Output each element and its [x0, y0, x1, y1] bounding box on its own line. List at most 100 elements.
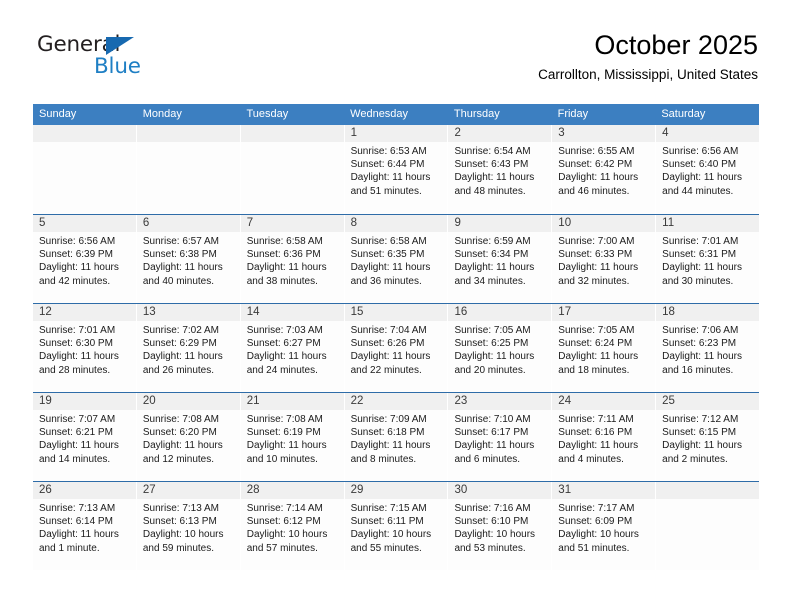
day-details: Sunrise: 7:02 AM Sunset: 6:29 PM Daylight:… [137, 321, 240, 377]
sunrise-text: Sunrise: 6:56 AM [662, 146, 739, 157]
day-cell[interactable]: 7 Sunrise: 6:58 AM Sunset: 6:36 PM Daylight… [240, 215, 345, 303]
daylight-text: Daylight: 10 hours and 55 minutes. [350, 529, 432, 554]
sunset-text: Sunset: 6:27 PM [246, 338, 321, 350]
sunrise-text: Sunrise: 7:01 AM [662, 236, 739, 247]
weekday-header-wednesday: Wednesday [350, 108, 409, 120]
day-cell-empty [136, 125, 241, 214]
day-cell[interactable]: 30 Sunrise: 7:16 AM Sunset: 6:10 PM Dayligh… [448, 482, 553, 570]
day-details: Sunrise: 7:16 AM Sunset: 6:10 PM Daylight:… [448, 499, 551, 555]
sunrise-text: Sunrise: 7:11 AM [558, 414, 634, 425]
day-number: 12 [33, 304, 136, 321]
day-cell[interactable]: 20 Sunrise: 7:08 AM Sunset: 6:20 PM Dayligh… [136, 393, 241, 481]
sunrise-text: Sunrise: 7:00 AM [558, 236, 635, 247]
daylight-text: Daylight: 11 hours and 30 minutes. [662, 262, 743, 287]
day-details: Sunrise: 7:13 AM Sunset: 6:14 PM Daylight:… [33, 499, 136, 555]
day-cell[interactable]: 3 Sunrise: 6:55 AM Sunset: 6:42 PM Daylight… [552, 125, 657, 214]
day-cell[interactable]: 9 Sunrise: 6:59 AM Sunset: 6:34 PM Daylight… [448, 215, 553, 303]
sunrise-text: Sunrise: 7:03 AM [246, 325, 323, 336]
day-number: 24 [552, 393, 656, 410]
daylight-text: Daylight: 10 hours and 57 minutes. [246, 529, 328, 554]
day-cell[interactable]: 11 Sunrise: 7:01 AM Sunset: 6:31 PM Dayligh… [656, 215, 760, 303]
sunrise-text: Sunrise: 7:09 AM [350, 414, 427, 425]
day-cell[interactable]: 5 Sunrise: 6:56 AM Sunset: 6:39 PM Daylight… [33, 215, 137, 303]
sunset-text: Sunset: 6:11 PM [350, 516, 424, 528]
day-cell[interactable]: 13 Sunrise: 7:02 AM Sunset: 6:29 PM Dayligh… [136, 304, 241, 392]
calendar-week-row: 19 Sunrise: 7:07 AM Sunset: 6:21 PM Dayligh… [33, 392, 760, 481]
day-cell[interactable]: 26 Sunrise: 7:13 AM Sunset: 6:14 PM Dayligh… [33, 482, 137, 570]
weekday-header-tuesday: Tuesday [246, 108, 289, 120]
day-cell[interactable]: 4 Sunrise: 6:56 AM Sunset: 6:40 PM Daylight… [656, 125, 760, 214]
day-number: 7 [240, 215, 344, 232]
day-number: 26 [33, 482, 136, 499]
day-details: Sunrise: 7:15 AM Sunset: 6:11 PM Daylight:… [345, 499, 448, 555]
triangle-icon [106, 37, 134, 55]
sunrise-text: Sunrise: 7:13 AM [39, 503, 116, 514]
day-details: Sunrise: 7:01 AM Sunset: 6:30 PM Daylight:… [33, 321, 136, 377]
day-cell[interactable]: 31 Sunrise: 7:17 AM Sunset: 6:09 PM Dayligh… [552, 482, 657, 570]
sunrise-text: Sunrise: 7:01 AM [39, 325, 116, 336]
day-cell[interactable]: 22 Sunrise: 7:09 AM Sunset: 6:18 PM Dayligh… [344, 393, 449, 481]
sunset-text: Sunset: 6:18 PM [350, 427, 425, 439]
day-number: 18 [656, 304, 760, 321]
day-cell[interactable]: 2 Sunrise: 6:54 AM Sunset: 6:43 PM Daylight… [448, 125, 553, 214]
sunrise-text: Sunrise: 7:16 AM [454, 503, 531, 514]
day-cell[interactable]: 24 Sunrise: 7:11 AM Sunset: 6:16 PM Dayligh… [552, 393, 657, 481]
sunset-text: Sunset: 6:13 PM [142, 516, 217, 528]
sunset-text: Sunset: 6:24 PM [558, 338, 633, 350]
sunrise-text: Sunrise: 7:14 AM [246, 503, 323, 514]
daylight-text: Daylight: 11 hours and 24 minutes. [246, 351, 327, 376]
day-cell[interactable]: 18 Sunrise: 7:06 AM Sunset: 6:23 PM Dayligh… [656, 304, 760, 392]
day-cell[interactable]: 8 Sunrise: 6:58 AM Sunset: 6:35 PM Daylight… [344, 215, 449, 303]
day-number: 21 [240, 393, 344, 410]
sunrise-text: Sunrise: 7:08 AM [142, 414, 220, 425]
day-cell[interactable]: 16 Sunrise: 7:05 AM Sunset: 6:25 PM Dayligh… [448, 304, 553, 392]
day-cell[interactable]: 29 Sunrise: 7:15 AM Sunset: 6:11 PM Dayligh… [344, 482, 449, 570]
day-cell[interactable]: 12 Sunrise: 7:01 AM Sunset: 6:30 PM Dayligh… [33, 304, 137, 392]
day-number: 5 [33, 215, 136, 232]
day-details: Sunrise: 7:07 AM Sunset: 6:21 PM Daylight:… [33, 410, 136, 466]
sunset-text: Sunset: 6:30 PM [39, 338, 113, 350]
weekday-header-friday: Friday [557, 108, 589, 120]
day-number [240, 125, 344, 142]
weekday-header-sunday: Sunday [39, 108, 77, 120]
day-details: Sunrise: 6:59 AM Sunset: 6:34 PM Daylight:… [448, 232, 551, 288]
day-details: Sunrise: 7:06 AM Sunset: 6:23 PM Daylight:… [656, 321, 759, 377]
day-cell[interactable]: 21 Sunrise: 7:08 AM Sunset: 6:19 PM Dayligh… [240, 393, 345, 481]
day-cell[interactable]: 10 Sunrise: 7:00 AM Sunset: 6:33 PM Dayligh… [552, 215, 657, 303]
daylight-text: Daylight: 11 hours and 14 minutes. [39, 440, 119, 465]
weekday-header-monday: Monday [142, 108, 182, 120]
day-cell[interactable]: 15 Sunrise: 7:04 AM Sunset: 6:26 PM Dayligh… [344, 304, 449, 392]
day-cell[interactable]: 27 Sunrise: 7:13 AM Sunset: 6:13 PM Dayligh… [136, 482, 241, 570]
day-number: 3 [552, 125, 656, 142]
sunset-text: Sunset: 6:35 PM [350, 249, 425, 261]
sunrise-text: Sunrise: 7:07 AM [39, 414, 116, 425]
day-details: Sunrise: 6:56 AM Sunset: 6:40 PM Daylight:… [656, 142, 759, 198]
daylight-text: Daylight: 11 hours and 46 minutes. [558, 172, 639, 197]
day-number: 8 [344, 215, 448, 232]
day-cell[interactable]: 23 Sunrise: 7:10 AM Sunset: 6:17 PM Dayligh… [448, 393, 553, 481]
daylight-text: Daylight: 10 hours and 59 minutes. [142, 529, 224, 554]
general-blue-logo[interactable]: General Blue [34, 32, 214, 88]
day-number: 11 [656, 215, 760, 232]
sunrise-text: Sunrise: 7:17 AM [558, 503, 635, 514]
day-details: Sunrise: 7:09 AM Sunset: 6:18 PM Daylight:… [345, 410, 448, 466]
day-details: Sunrise: 7:08 AM Sunset: 6:19 PM Daylight:… [241, 410, 344, 466]
sunset-text: Sunset: 6:14 PM [39, 516, 113, 528]
sunset-text: Sunset: 6:16 PM [558, 427, 633, 439]
day-cell[interactable]: 1 Sunrise: 6:53 AM Sunset: 6:44 PM Daylight… [344, 125, 449, 214]
sunrise-text: Sunrise: 7:04 AM [350, 325, 427, 336]
day-number: 20 [136, 393, 240, 410]
sunset-text: Sunset: 6:21 PM [39, 427, 113, 439]
day-cell[interactable]: 25 Sunrise: 7:12 AM Sunset: 6:15 PM Dayligh… [656, 393, 760, 481]
sunrise-text: Sunrise: 6:58 AM [246, 236, 323, 247]
day-cell[interactable]: 17 Sunrise: 7:05 AM Sunset: 6:24 PM Dayligh… [552, 304, 657, 392]
day-cell[interactable]: 19 Sunrise: 7:07 AM Sunset: 6:21 PM Dayligh… [33, 393, 137, 481]
logo-text-blue: Blue [94, 54, 141, 79]
day-cell[interactable]: 6 Sunrise: 6:57 AM Sunset: 6:38 PM Daylight… [136, 215, 241, 303]
calendar-week-row: 26 Sunrise: 7:13 AM Sunset: 6:14 PM Dayligh… [33, 481, 760, 570]
day-number: 28 [240, 482, 344, 499]
day-cell[interactable]: 14 Sunrise: 7:03 AM Sunset: 6:27 PM Dayligh… [240, 304, 345, 392]
day-number: 31 [552, 482, 656, 499]
daylight-text: Daylight: 11 hours and 34 minutes. [454, 262, 535, 287]
day-cell[interactable]: 28 Sunrise: 7:14 AM Sunset: 6:12 PM Dayligh… [240, 482, 345, 570]
